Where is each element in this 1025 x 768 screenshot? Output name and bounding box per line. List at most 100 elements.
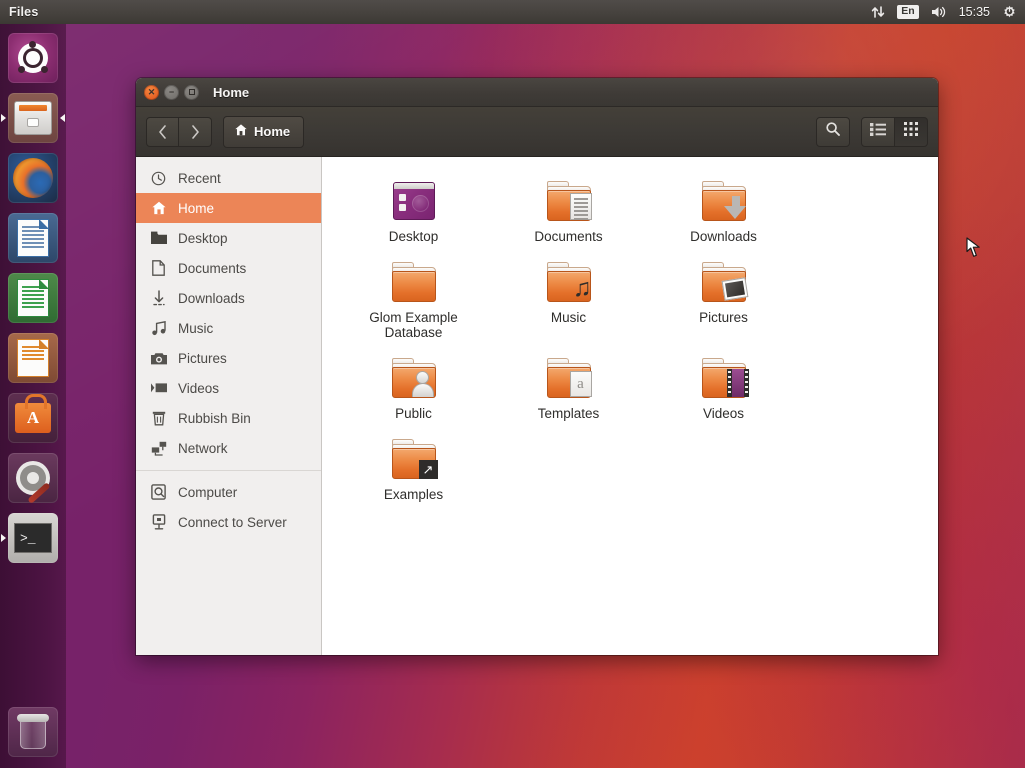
files-window: ✕ − Home Home Recent Home Desktop Docume… bbox=[136, 78, 938, 655]
gear-power-icon[interactable] bbox=[1002, 5, 1017, 20]
folder-videos-icon bbox=[699, 356, 749, 400]
list-view-button[interactable] bbox=[861, 116, 895, 147]
file-item[interactable]: Desktop bbox=[336, 171, 491, 250]
sidebar-item-recent[interactable]: Recent bbox=[136, 163, 321, 193]
launcher-item-trash[interactable] bbox=[0, 702, 66, 762]
window-title: Home bbox=[213, 84, 250, 100]
file-item[interactable]: Downloads bbox=[646, 171, 801, 250]
file-label: Examples bbox=[383, 487, 444, 502]
sidebar-item-label: Network bbox=[178, 440, 228, 456]
network-icon bbox=[150, 440, 167, 457]
launcher-item-files[interactable] bbox=[0, 88, 66, 148]
launcher-item-software[interactable]: A bbox=[0, 388, 66, 448]
mouse-cursor bbox=[966, 237, 982, 264]
window-toolbar: Home bbox=[136, 107, 938, 157]
terminal-icon: >_ bbox=[8, 513, 58, 563]
folder-icon bbox=[389, 260, 439, 304]
folder-public-icon bbox=[389, 356, 439, 400]
panel-clock[interactable]: 15:35 bbox=[959, 5, 990, 19]
file-item[interactable]: Videos bbox=[646, 348, 801, 427]
window-titlebar[interactable]: ✕ − Home bbox=[136, 78, 938, 107]
server-icon bbox=[150, 514, 167, 531]
document-icon bbox=[150, 260, 167, 277]
folder-link-icon: ↗ bbox=[389, 437, 439, 481]
libreoffice-impress-icon bbox=[8, 333, 58, 383]
libreoffice-writer-icon bbox=[8, 213, 58, 263]
ubuntu-logo-icon bbox=[8, 33, 58, 83]
maximise-button[interactable] bbox=[184, 84, 199, 100]
launcher-item-ubuntu-dash[interactable] bbox=[0, 28, 66, 88]
launcher-item-writer[interactable] bbox=[0, 208, 66, 268]
file-label: Downloads bbox=[690, 229, 757, 244]
toolbar-right-group bbox=[816, 116, 928, 147]
file-label: Templates bbox=[537, 406, 600, 421]
film-icon bbox=[150, 380, 167, 397]
file-item[interactable]: ♫ Music bbox=[491, 252, 646, 346]
close-button[interactable]: ✕ bbox=[144, 84, 159, 100]
search-button[interactable] bbox=[816, 116, 850, 147]
sidebar-item-label: Documents bbox=[178, 260, 247, 276]
icon-grid: Desktop Documents Downloads Glom Example… bbox=[322, 171, 938, 508]
sidebar-item-videos[interactable]: Videos bbox=[136, 373, 321, 403]
breadcrumb-home-label: Home bbox=[254, 124, 291, 139]
launcher-item-calc[interactable] bbox=[0, 268, 66, 328]
trash-icon bbox=[150, 410, 167, 427]
launcher-item-terminal[interactable]: >_ bbox=[0, 508, 66, 568]
trash-icon bbox=[8, 707, 58, 757]
file-label: Glom Example Database bbox=[369, 310, 458, 340]
file-label: Music bbox=[550, 310, 587, 325]
file-item[interactable]: Pictures bbox=[646, 252, 801, 346]
libreoffice-calc-icon bbox=[8, 273, 58, 323]
sidebar-separator bbox=[136, 470, 321, 471]
file-item[interactable]: Documents bbox=[491, 171, 646, 250]
launcher-item-settings[interactable] bbox=[0, 448, 66, 508]
folder-music-icon: ♫ bbox=[544, 260, 594, 304]
sidebar-item-label: Music bbox=[178, 320, 214, 336]
camera-icon bbox=[150, 350, 167, 367]
grid-view-button[interactable] bbox=[895, 116, 928, 147]
sidebar-item-computer[interactable]: Computer bbox=[136, 477, 321, 507]
top-panel: Files En 15:35 bbox=[0, 0, 1025, 24]
folder-downloads-icon bbox=[699, 179, 749, 223]
file-item[interactable]: Glom Example Database bbox=[336, 252, 491, 346]
sidebar-item-rubbish-bin[interactable]: Rubbish Bin bbox=[136, 403, 321, 433]
sidebar-item-network[interactable]: Network bbox=[136, 433, 321, 463]
folder-templates-icon: a bbox=[544, 356, 594, 400]
file-item[interactable]: ↗ Examples bbox=[336, 429, 491, 508]
running-indicator-icon bbox=[1, 534, 6, 542]
computer-icon bbox=[150, 484, 167, 501]
back-button[interactable] bbox=[146, 116, 179, 147]
folder-documents-icon bbox=[544, 179, 594, 223]
keyboard-layout-indicator[interactable]: En bbox=[897, 5, 919, 19]
launcher-item-firefox[interactable] bbox=[0, 148, 66, 208]
sidebar-item-home[interactable]: Home bbox=[136, 193, 321, 223]
folder-icon bbox=[150, 230, 167, 247]
sidebar-item-label: Downloads bbox=[178, 290, 245, 306]
panel-app-title[interactable]: Files bbox=[9, 5, 39, 19]
network-transfer-icon[interactable] bbox=[871, 5, 885, 19]
file-item[interactable]: a Templates bbox=[491, 348, 646, 427]
forward-button[interactable] bbox=[179, 116, 212, 147]
sidebar-item-label: Pictures bbox=[178, 350, 227, 366]
sidebar-item-label: Desktop bbox=[178, 230, 228, 246]
sidebar-item-label: Rubbish Bin bbox=[178, 410, 251, 426]
view-toggle-group bbox=[861, 116, 928, 147]
file-view[interactable]: Desktop Documents Downloads Glom Example… bbox=[322, 157, 938, 655]
sidebar-item-downloads[interactable]: Downloads bbox=[136, 283, 321, 313]
sidebar-item-connect-to-server[interactable]: Connect to Server bbox=[136, 507, 321, 537]
sidebar-item-music[interactable]: Music bbox=[136, 313, 321, 343]
file-item[interactable]: Public bbox=[336, 348, 491, 427]
clock-icon bbox=[150, 170, 167, 187]
home-icon bbox=[234, 123, 248, 140]
breadcrumb-home-button[interactable]: Home bbox=[223, 115, 305, 148]
sidebar-item-documents[interactable]: Documents bbox=[136, 253, 321, 283]
volume-icon[interactable] bbox=[931, 5, 947, 19]
panel-indicators: En 15:35 bbox=[871, 5, 1025, 20]
download-icon bbox=[150, 290, 167, 307]
sidebar-item-pictures[interactable]: Pictures bbox=[136, 343, 321, 373]
unity-launcher: A >_ bbox=[0, 24, 66, 768]
launcher-item-impress[interactable] bbox=[0, 328, 66, 388]
window-controls: ✕ − bbox=[144, 84, 199, 100]
sidebar-item-desktop[interactable]: Desktop bbox=[136, 223, 321, 253]
minimise-button[interactable]: − bbox=[164, 84, 179, 100]
